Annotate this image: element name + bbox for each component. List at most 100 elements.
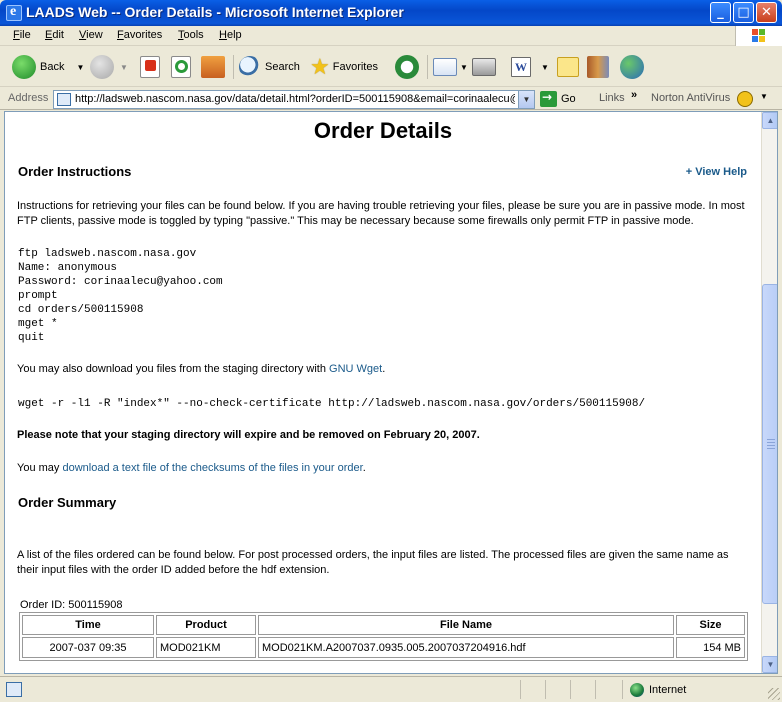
favorites-label: Favorites xyxy=(332,61,378,73)
status-bar: Internet xyxy=(0,676,782,702)
status-pane-divider xyxy=(595,680,596,699)
cell-time: 2007-037 09:35 xyxy=(22,637,154,658)
ftp-line: Password: corinaalecu@yahoo.com xyxy=(18,276,223,288)
summary-text: A list of the files ordered can be found… xyxy=(17,549,729,576)
messenger-icon xyxy=(620,55,644,79)
page-icon xyxy=(57,93,71,106)
stop-button[interactable] xyxy=(140,53,160,81)
status-pane-divider xyxy=(570,680,571,699)
status-pane-divider xyxy=(622,680,623,699)
favorites-button[interactable]: ★ Favorites xyxy=(310,53,378,81)
ftp-line: prompt xyxy=(18,290,58,302)
title-bar[interactable]: LAADS Web -- Order Details - Microsoft I… xyxy=(0,0,782,26)
minimize-button[interactable]: _ xyxy=(710,2,731,23)
cell-size: 154 MB xyxy=(676,637,745,658)
gnu-wget-link[interactable]: GNU Wget xyxy=(329,363,382,375)
back-arrow-icon xyxy=(12,55,36,79)
scroll-down-button[interactable]: ▼ xyxy=(762,656,777,673)
forward-button[interactable]: ▼ xyxy=(90,53,128,81)
go-arrow-icon xyxy=(540,90,557,107)
mail-button[interactable]: ▼ xyxy=(433,53,468,81)
home-icon xyxy=(201,56,225,78)
files-table: Time Product File Name Size 2007-037 09:… xyxy=(19,612,748,661)
order-summary-heading: Order Summary xyxy=(18,495,117,510)
messenger-button[interactable] xyxy=(620,53,644,81)
checksum-intro: You may xyxy=(17,462,63,474)
status-pane-divider xyxy=(545,680,546,699)
home-button[interactable] xyxy=(201,53,225,81)
instructions-text: Instructions for retrieving your files c… xyxy=(17,200,745,227)
order-id: Order ID: 500115908 xyxy=(20,599,123,611)
research-icon xyxy=(587,56,609,78)
research-button[interactable] xyxy=(587,53,609,81)
checksum-link[interactable]: download a text file of the checksums of… xyxy=(62,462,362,474)
wget-intro: You may also download you files from the… xyxy=(17,362,752,377)
search-icon xyxy=(239,56,261,78)
header-time: Time xyxy=(22,615,154,635)
menu-tools[interactable]: Tools xyxy=(178,29,204,41)
window-title: LAADS Web -- Order Details - Microsoft I… xyxy=(26,4,404,20)
maximize-button[interactable]: □ xyxy=(733,2,754,23)
toolbar-separator xyxy=(427,55,428,79)
ie-icon xyxy=(6,4,22,21)
norton-dropdown-icon[interactable]: ▼ xyxy=(760,92,768,101)
order-instructions-heading: Order Instructions xyxy=(18,164,132,179)
discuss-button[interactable] xyxy=(557,53,579,81)
toolbar-separator xyxy=(233,55,234,79)
search-button[interactable]: Search xyxy=(239,53,300,81)
table-header-row: Time Product File Name Size xyxy=(22,615,745,635)
go-button[interactable]: Go xyxy=(540,90,576,107)
history-button[interactable] xyxy=(395,53,419,81)
favorites-star-icon: ★ xyxy=(310,54,330,79)
wget-intro-text: You may also download you files from the… xyxy=(17,363,330,375)
address-input[interactable]: http://ladsweb.nascom.nasa.gov/data/deta… xyxy=(53,90,535,109)
printer-icon xyxy=(472,58,496,76)
search-label: Search xyxy=(265,61,300,73)
back-label: Back xyxy=(40,61,65,73)
word-icon: W xyxy=(511,57,531,77)
close-button[interactable]: ✕ xyxy=(756,2,777,23)
menu-edit[interactable]: Edit xyxy=(45,29,64,41)
expire-note: Please note that your staging directory … xyxy=(17,429,480,441)
address-label: Address xyxy=(8,92,49,104)
back-dropdown-icon[interactable]: ▼ xyxy=(76,63,84,72)
menu-bar: File Edit View Favorites Tools Help xyxy=(0,26,782,46)
header-product: Product xyxy=(156,615,256,635)
menu-file[interactable]: File xyxy=(13,29,31,41)
menu-help[interactable]: Help xyxy=(219,29,242,41)
links-label[interactable]: Links xyxy=(599,92,625,104)
vertical-scrollbar[interactable]: ▲ ▼ xyxy=(761,112,777,673)
go-label: Go xyxy=(561,93,576,105)
back-button[interactable]: Back ▼ xyxy=(12,53,84,81)
menu-favorites[interactable]: Favorites xyxy=(117,29,162,41)
security-zone[interactable]: Internet xyxy=(630,683,686,697)
address-url[interactable]: http://ladsweb.nascom.nasa.gov/data/deta… xyxy=(75,93,515,105)
links-chevron-icon[interactable]: » xyxy=(631,89,637,101)
scroll-thumb[interactable] xyxy=(762,284,777,604)
print-button[interactable] xyxy=(472,53,496,81)
scroll-up-button[interactable]: ▲ xyxy=(762,112,777,129)
menu-view[interactable]: View xyxy=(79,29,103,41)
norton-icon[interactable] xyxy=(737,91,753,107)
resize-grip[interactable] xyxy=(768,688,780,700)
page-title: Order Details xyxy=(313,118,453,143)
mail-dropdown-icon[interactable]: ▼ xyxy=(460,63,468,72)
wget-command: wget -r -l1 -R "index*" --no-check-certi… xyxy=(18,398,646,410)
globe-icon xyxy=(630,683,644,697)
page-status-icon xyxy=(6,682,22,697)
zone-label: Internet xyxy=(649,684,687,696)
view-help-link[interactable]: + View Help xyxy=(686,166,747,178)
norton-label[interactable]: Norton AntiVirus xyxy=(651,92,730,104)
edit-dropdown-icon[interactable]: ▼ xyxy=(541,63,549,72)
ftp-line: Name: anonymous xyxy=(18,262,118,274)
checksum-period: . xyxy=(362,462,366,474)
ftp-line: mget * xyxy=(18,318,58,330)
status-pane-divider xyxy=(520,680,521,699)
refresh-icon xyxy=(171,56,191,78)
address-dropdown-icon[interactable]: ▼ xyxy=(518,91,534,108)
forward-dropdown-icon[interactable]: ▼ xyxy=(120,63,128,72)
toolbar: Back ▼ ▼ Search ★ Favorites ▼ W ▼ xyxy=(0,47,782,87)
edit-button[interactable]: W ▼ xyxy=(511,53,549,81)
refresh-button[interactable] xyxy=(171,53,191,81)
table-row: 2007-037 09:35 MOD021KM MOD021KM.A200703… xyxy=(22,637,745,658)
